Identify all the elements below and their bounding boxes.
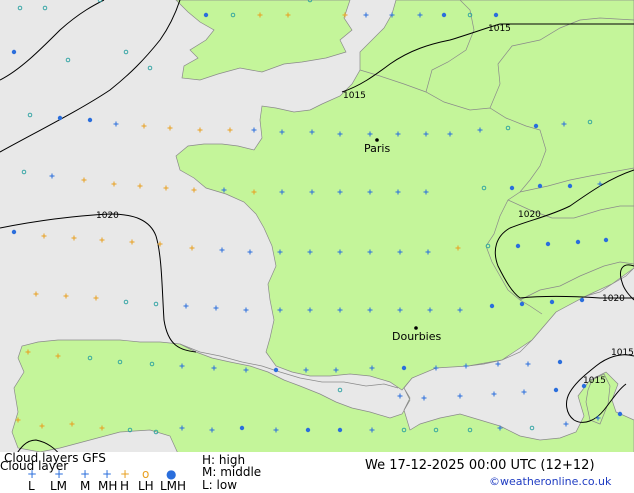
low-cloud-symbol (604, 238, 608, 242)
legend-code: H (120, 480, 129, 492)
isobar-label: 1015 (343, 91, 366, 101)
low-cloud-symbol (554, 388, 558, 392)
low-cloud-symbol (538, 184, 542, 188)
low-cloud-symbol (402, 366, 406, 370)
isobar-label: 1015 (611, 348, 634, 358)
legend-code: LMH (160, 480, 186, 492)
low-cloud-symbol (338, 428, 342, 432)
low-cloud-symbol (510, 186, 514, 190)
low-cloud-symbol (58, 116, 62, 120)
low-cloud-symbol (12, 230, 16, 234)
low-cloud-symbol (558, 360, 562, 364)
isobar-label: 1015 (583, 376, 606, 386)
isobar-label: 1020 (518, 210, 541, 220)
low-cloud-symbol (618, 412, 622, 416)
low-cloud-symbol (204, 13, 208, 17)
cloud-map: 1015 1015 1020 1020 1020 1015 1015 Paris… (0, 0, 634, 458)
low-cloud-symbol (576, 240, 580, 244)
isobar-label: 1020 (96, 211, 119, 221)
low-cloud-symbol (582, 384, 586, 388)
low-cloud-symbol (274, 368, 278, 372)
low-cloud-symbol (88, 118, 92, 122)
low-cloud-symbol (306, 428, 310, 432)
isobar-label: 1020 (602, 294, 625, 304)
low-cloud-symbol (550, 300, 554, 304)
forecast-datetime: We 17-12-2025 00:00 UTC (12+12) (365, 460, 595, 472)
key-low: L: low (202, 479, 237, 491)
low-cloud-symbol (240, 426, 244, 430)
low-cloud-symbol (534, 124, 538, 128)
legend-code: MH (98, 480, 117, 492)
low-cloud-symbol (520, 302, 524, 306)
low-cloud-symbol (442, 13, 446, 17)
low-cloud-symbol (494, 13, 498, 17)
credit-link[interactable]: ©weatheronline.co.uk (489, 476, 611, 488)
key-middle: M: middle (202, 466, 261, 478)
legend-code: LM (50, 480, 67, 492)
low-cloud-symbol (546, 242, 550, 246)
low-cloud-symbol (490, 304, 494, 308)
low-cloud-symbol (568, 184, 572, 188)
city-label-dourbies: Dourbies (392, 330, 442, 343)
city-label-paris: Paris (364, 142, 390, 155)
legend-code: M (80, 480, 90, 492)
low-cloud-symbol (12, 50, 16, 54)
isobar-label: 1015 (488, 24, 511, 34)
legend-code: LH (138, 480, 154, 492)
low-cloud-symbol (516, 244, 520, 248)
low-cloud-symbol (580, 298, 584, 302)
legend-code: L (28, 480, 35, 492)
map-footer: Cloud layers GFS Cloud layer + + + + + o… (0, 452, 634, 490)
